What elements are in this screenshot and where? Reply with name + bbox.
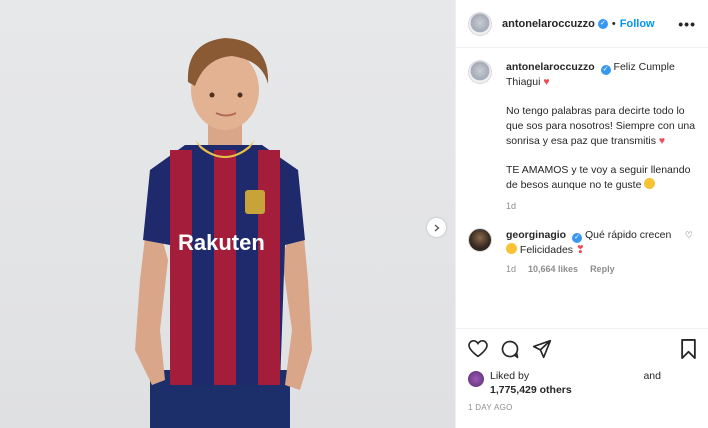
comment-age: 1d xyxy=(506,264,517,274)
caption-author[interactable]: antonelaroccuzzo xyxy=(506,61,595,73)
post-side-panel: antonelaroccuzzo ✓ • Follow ••• antonela… xyxy=(455,0,708,428)
next-photo-button[interactable] xyxy=(427,218,446,237)
more-options-icon[interactable]: ••• xyxy=(678,16,696,32)
like-heart-icon[interactable] xyxy=(468,340,488,358)
likes-count[interactable]: 1,775,429 others xyxy=(490,384,572,396)
post-actions: Liked by and 1,775,429 others 1 DAY AGO xyxy=(456,328,708,412)
verified-badge-icon: ✓ xyxy=(572,233,583,243)
liker-avatar[interactable] xyxy=(468,371,484,387)
post-header: antonelaroccuzzo ✓ • Follow ••• xyxy=(456,0,708,48)
caption: antonelaroccuzzo ✓ Feliz Cumple Thiagui … xyxy=(468,60,697,214)
commenter-avatar[interactable] xyxy=(468,228,492,252)
boy-in-barcelona-kit-image: Rakuten xyxy=(135,38,312,428)
author-avatar[interactable] xyxy=(468,11,492,36)
post-photo[interactable]: Rakuten xyxy=(0,0,455,428)
caption-para2: No tengo palabras para decirte todo lo q… xyxy=(506,105,696,147)
comment-like-heart-icon[interactable]: ♡ xyxy=(685,230,693,241)
comment-likes[interactable]: 10,664 likes xyxy=(528,262,578,277)
heart-eyes-emoji-icon xyxy=(506,243,517,254)
post-timestamp[interactable]: 1 DAY AGO xyxy=(468,403,697,412)
separator-dot: • xyxy=(611,17,616,30)
author-username[interactable]: antonelaroccuzzo xyxy=(502,18,595,30)
liked-by-row: Liked by and 1,775,429 others xyxy=(468,369,697,397)
comment-text-b: Felicidades xyxy=(519,244,574,256)
chevron-right-icon xyxy=(434,224,439,231)
caption-age: 1d xyxy=(506,201,517,211)
and-label: and xyxy=(643,370,661,382)
tongue-out-emoji-icon xyxy=(644,178,656,189)
verified-badge-icon: ✓ xyxy=(600,65,611,75)
heart-exclamation-icon: ❣ xyxy=(575,244,585,256)
caption-author-avatar[interactable] xyxy=(468,60,492,84)
comments-list[interactable]: antonelaroccuzzo ✓ Feliz Cumple Thiagui … xyxy=(456,60,708,328)
follow-button[interactable]: Follow xyxy=(620,18,655,30)
commenter-username[interactable]: georginagio xyxy=(506,229,566,241)
red-heart-icon: ♥ xyxy=(658,135,666,147)
reply-button[interactable]: Reply xyxy=(590,262,615,277)
liked-by-label: Liked by xyxy=(490,370,530,382)
verified-badge-icon: ✓ xyxy=(597,18,608,29)
comment-text-a: Qué rápido crecen xyxy=(584,229,672,241)
comment-item: georginagio ✓ Qué rápido crecen Felicida… xyxy=(468,228,697,277)
comment-bubble-icon[interactable] xyxy=(500,339,520,359)
caption-para3: TE AMAMOS y te voy a seguir llenando de … xyxy=(506,164,691,191)
bookmark-icon[interactable] xyxy=(680,339,697,359)
red-heart-icon: ♥ xyxy=(543,76,550,88)
shirt-sponsor-text: Rakuten xyxy=(178,230,265,255)
share-paper-plane-icon[interactable] xyxy=(532,339,552,359)
